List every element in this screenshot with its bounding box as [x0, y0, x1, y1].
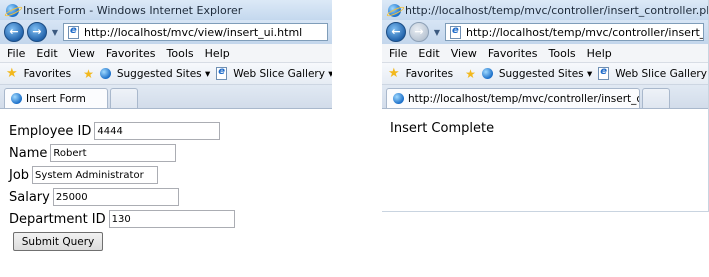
- menu-favorites[interactable]: Favorites: [106, 47, 156, 60]
- favorites-button[interactable]: Favorites: [406, 68, 453, 80]
- recent-pages-dropdown-icon[interactable]: ▼: [50, 28, 60, 37]
- internet-explorer-icon: [6, 3, 19, 17]
- department-id-label: Department ID: [9, 211, 106, 227]
- tab-row: http://localhost/temp/mvc/controller/ins…: [382, 85, 708, 109]
- tab-label: http://localhost/temp/mvc/controller/ins…: [408, 92, 640, 105]
- menu-help[interactable]: Help: [587, 47, 612, 60]
- address-url: http://localhost/mvc/view/insert_ui.html: [84, 25, 303, 39]
- employee-id-input[interactable]: [94, 122, 221, 140]
- address-bar[interactable]: http://localhost/temp/mvc/controller/ins…: [445, 23, 704, 41]
- recent-pages-dropdown-icon[interactable]: ▼: [432, 28, 442, 37]
- job-row: Job: [9, 165, 332, 185]
- tab-insert-form[interactable]: Insert Form: [4, 88, 108, 108]
- salary-label: Salary: [9, 189, 50, 205]
- star-icon[interactable]: ★: [6, 66, 18, 81]
- menu-favorites[interactable]: Favorites: [488, 47, 538, 60]
- back-arrow-icon[interactable]: ←: [4, 22, 24, 42]
- menu-edit[interactable]: Edit: [36, 47, 57, 60]
- name-row: Name: [9, 143, 332, 163]
- internet-explorer-icon: [481, 68, 493, 79]
- favorites-bar: ★ Favorites ★ Suggested Sites ▾ Web Slic…: [0, 63, 332, 85]
- web-slice-icon: [598, 66, 610, 80]
- name-label: Name: [9, 145, 48, 161]
- insert-form-window: Insert Form - Windows Internet Explorer …: [0, 0, 332, 277]
- new-tab-button[interactable]: [110, 88, 138, 108]
- address-url: http://localhost/temp/mvc/controller/ins…: [466, 25, 703, 39]
- suggested-sites-button[interactable]: Suggested Sites ▾: [499, 68, 592, 80]
- add-favorites-icon[interactable]: ★: [465, 67, 476, 81]
- page-content: Employee ID Name Job Salary Department I…: [0, 109, 332, 251]
- internet-explorer-icon: [393, 93, 404, 104]
- menu-view[interactable]: View: [451, 47, 477, 60]
- suggested-sites-button[interactable]: Suggested Sites ▾: [117, 68, 210, 80]
- title-bar: Insert Form - Windows Internet Explorer: [0, 0, 332, 20]
- employee-id-row: Employee ID: [9, 121, 332, 141]
- forward-arrow-icon[interactable]: →: [27, 22, 47, 42]
- salary-input[interactable]: [52, 188, 179, 206]
- insert-result-message: Insert Complete: [390, 121, 495, 136]
- menu-bar: File Edit View Favorites Tools Help: [0, 44, 332, 63]
- forward-arrow-icon[interactable]: →: [409, 22, 429, 42]
- menu-bar: File Edit View Favorites Tools Help: [382, 44, 708, 63]
- favorites-button[interactable]: Favorites: [24, 68, 71, 80]
- web-slice-icon: [216, 66, 228, 80]
- menu-view[interactable]: View: [69, 47, 95, 60]
- back-arrow-icon[interactable]: ←: [386, 22, 406, 42]
- department-id-row: Department ID: [9, 209, 332, 229]
- menu-tools[interactable]: Tools: [549, 47, 576, 60]
- menu-file[interactable]: File: [389, 47, 407, 60]
- address-row: ← → ▼ http://localhost/mvc/view/insert_u…: [0, 20, 332, 44]
- tab-insert-controller[interactable]: http://localhost/temp/mvc/controller/ins…: [386, 88, 640, 108]
- employee-id-label: Employee ID: [9, 123, 92, 139]
- internet-explorer-icon: [11, 93, 22, 104]
- star-icon[interactable]: ★: [388, 66, 400, 81]
- menu-edit[interactable]: Edit: [418, 47, 439, 60]
- tab-row: Insert Form: [0, 85, 332, 109]
- department-id-input[interactable]: [108, 210, 235, 228]
- insert-result-window: http://localhost/temp/mvc/controller/ins…: [382, 0, 709, 212]
- job-label: Job: [9, 167, 30, 183]
- new-tab-button[interactable]: [642, 88, 670, 108]
- page-icon: [68, 25, 79, 39]
- title-bar: http://localhost/temp/mvc/controller/ins…: [382, 0, 708, 20]
- web-slice-gallery-button[interactable]: Web Slice Gallery ▾: [233, 68, 332, 80]
- address-row: ← → ▼ http://localhost/temp/mvc/controll…: [382, 20, 708, 44]
- tab-label: Insert Form: [26, 92, 86, 105]
- submit-query-button[interactable]: Submit Query: [13, 232, 103, 251]
- web-slice-gallery-button[interactable]: Web Slice Gallery ▾: [615, 68, 708, 80]
- address-bar[interactable]: http://localhost/mvc/view/insert_ui.html: [63, 23, 328, 41]
- name-input[interactable]: [50, 144, 177, 162]
- window-title: http://localhost/temp/mvc/controller/ins…: [405, 3, 709, 17]
- menu-tools[interactable]: Tools: [167, 47, 194, 60]
- page-icon: [450, 25, 461, 39]
- job-input[interactable]: [32, 166, 159, 184]
- window-title: Insert Form - Windows Internet Explorer: [23, 3, 243, 17]
- add-favorites-icon[interactable]: ★: [83, 67, 94, 81]
- favorites-bar: ★ Favorites ★ Suggested Sites ▾ Web Slic…: [382, 63, 708, 85]
- internet-explorer-icon: [99, 68, 111, 79]
- internet-explorer-icon: [388, 3, 401, 17]
- menu-help[interactable]: Help: [205, 47, 230, 60]
- salary-row: Salary: [9, 187, 332, 207]
- menu-file[interactable]: File: [7, 47, 25, 60]
